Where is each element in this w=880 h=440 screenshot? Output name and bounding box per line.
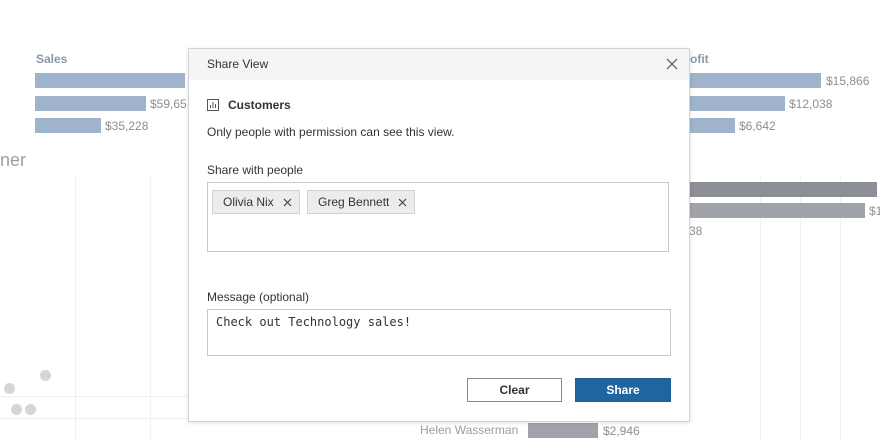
remove-recipient-button[interactable] (396, 196, 408, 208)
clear-button[interactable]: Clear (467, 378, 562, 402)
remove-recipient-button[interactable] (281, 196, 293, 208)
sales-bar (35, 96, 146, 111)
view-info: Customers (207, 98, 291, 112)
recipient-name: Greg Bennett (318, 195, 390, 209)
profit-value: $12,038 (789, 97, 833, 111)
profit-value: $1 (869, 204, 880, 218)
view-name: Customers (228, 98, 291, 112)
close-icon (666, 58, 678, 70)
customer-name-label: Helen Wasserman (420, 423, 519, 437)
close-icon (283, 198, 291, 206)
profit-bar (689, 73, 821, 88)
recipient-chip: Greg Bennett (307, 190, 415, 214)
profit-value: 38 (689, 224, 703, 238)
share-button[interactable]: Share (575, 378, 671, 402)
recipient-chip: Olivia Nix (212, 190, 300, 214)
profit-header: ofit (690, 52, 709, 66)
sales-value: $35,228 (105, 119, 149, 133)
dialog-header: Share View (189, 49, 689, 80)
sales-header: Sales (36, 52, 68, 66)
chart-icon (207, 99, 219, 111)
scatter-point (40, 370, 51, 381)
close-icon (398, 198, 406, 206)
sales-bar (528, 423, 598, 438)
scatter-point (4, 383, 15, 394)
sales-value: $59,65 (150, 97, 187, 111)
message-label: Message (optional) (207, 290, 310, 304)
recipient-name: Olivia Nix (223, 195, 274, 209)
profit-bar (689, 182, 877, 197)
scatter-point (25, 404, 36, 415)
profit-value: $6,642 (739, 119, 776, 133)
profit-bar (689, 203, 865, 218)
profit-bar (689, 118, 735, 133)
sales-bar (35, 118, 101, 133)
share-with-label: Share with people (207, 163, 304, 177)
profit-bar (689, 96, 785, 111)
sales-bar (35, 73, 185, 88)
dialog-title: Share View (207, 57, 269, 71)
share-view-dialog: Share View Customers Only people with pe… (188, 48, 690, 422)
sales-value: $2,946 (603, 424, 640, 438)
recipients-input[interactable]: Olivia Nix Greg Bennett (207, 182, 669, 252)
permission-text: Only people with permission can see this… (207, 125, 455, 139)
message-input[interactable]: Check out Technology sales! (207, 309, 671, 356)
customer-heading: ner (0, 150, 27, 170)
close-button[interactable] (663, 55, 681, 73)
profit-value: $15,866 (826, 74, 870, 88)
scatter-point (11, 404, 22, 415)
